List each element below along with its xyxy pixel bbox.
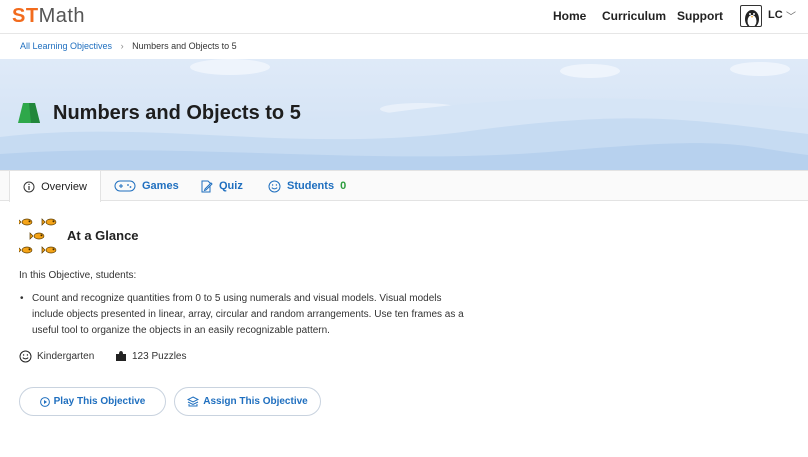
tab-overview[interactable]: Overview xyxy=(9,171,101,202)
user-initials[interactable]: LC xyxy=(768,9,783,21)
st-math-logo[interactable]: STMath xyxy=(12,5,85,28)
breadcrumb-current: Numbers and Objects to 5 xyxy=(132,41,237,51)
objective-intro: In this Objective, students: xyxy=(19,270,137,281)
grade-level: Kindergarten xyxy=(19,350,94,363)
penguin-avatar-icon xyxy=(745,10,759,26)
top-nav: STMath Home Curriculum Support LC ﹀ xyxy=(0,0,808,34)
avatar[interactable] xyxy=(740,5,762,27)
info-circle-icon xyxy=(23,181,35,192)
goldfish-cluster-icon xyxy=(19,218,57,254)
chevron-down-icon[interactable]: ﹀ xyxy=(786,8,796,23)
objective-bullets: Count and recognize quantities from 0 to… xyxy=(19,291,469,339)
gamepad-icon xyxy=(114,180,136,192)
breadcrumb: All Learning Objectives › Numbers and Ob… xyxy=(20,41,237,51)
smiley-icon xyxy=(268,180,281,192)
nav-curriculum[interactable]: Curriculum xyxy=(602,9,666,23)
page-title: Numbers and Objects to 5 xyxy=(53,102,301,124)
puzzle-count: 123 Puzzles xyxy=(115,350,186,362)
puzzle-piece-icon xyxy=(116,351,126,361)
breadcrumb-root-link[interactable]: All Learning Objectives xyxy=(20,41,112,51)
play-objective-button[interactable]: Play This Objective xyxy=(19,387,166,416)
tab-games[interactable]: Games xyxy=(114,171,179,201)
list-item: Count and recognize quantities from 0 to… xyxy=(19,291,469,339)
nav-home[interactable]: Home xyxy=(553,9,586,23)
play-circle-icon xyxy=(39,396,50,407)
assign-objective-button[interactable]: Assign This Objective xyxy=(174,387,321,416)
assign-stack-icon xyxy=(187,396,200,407)
at-a-glance-heading: At a Glance xyxy=(67,228,139,243)
tab-quiz[interactable]: Quiz xyxy=(200,171,243,201)
quiz-edit-icon xyxy=(201,180,213,192)
objective-green-icon xyxy=(18,103,40,123)
students-count: 0 xyxy=(340,180,347,192)
tab-students[interactable]: Students 0 xyxy=(268,171,346,201)
objective-tabs: Overview Games Quiz Students 0 xyxy=(0,170,808,202)
breadcrumb-separator: › xyxy=(120,41,124,51)
nav-support[interactable]: Support xyxy=(677,9,723,23)
smiley-icon xyxy=(19,350,32,363)
